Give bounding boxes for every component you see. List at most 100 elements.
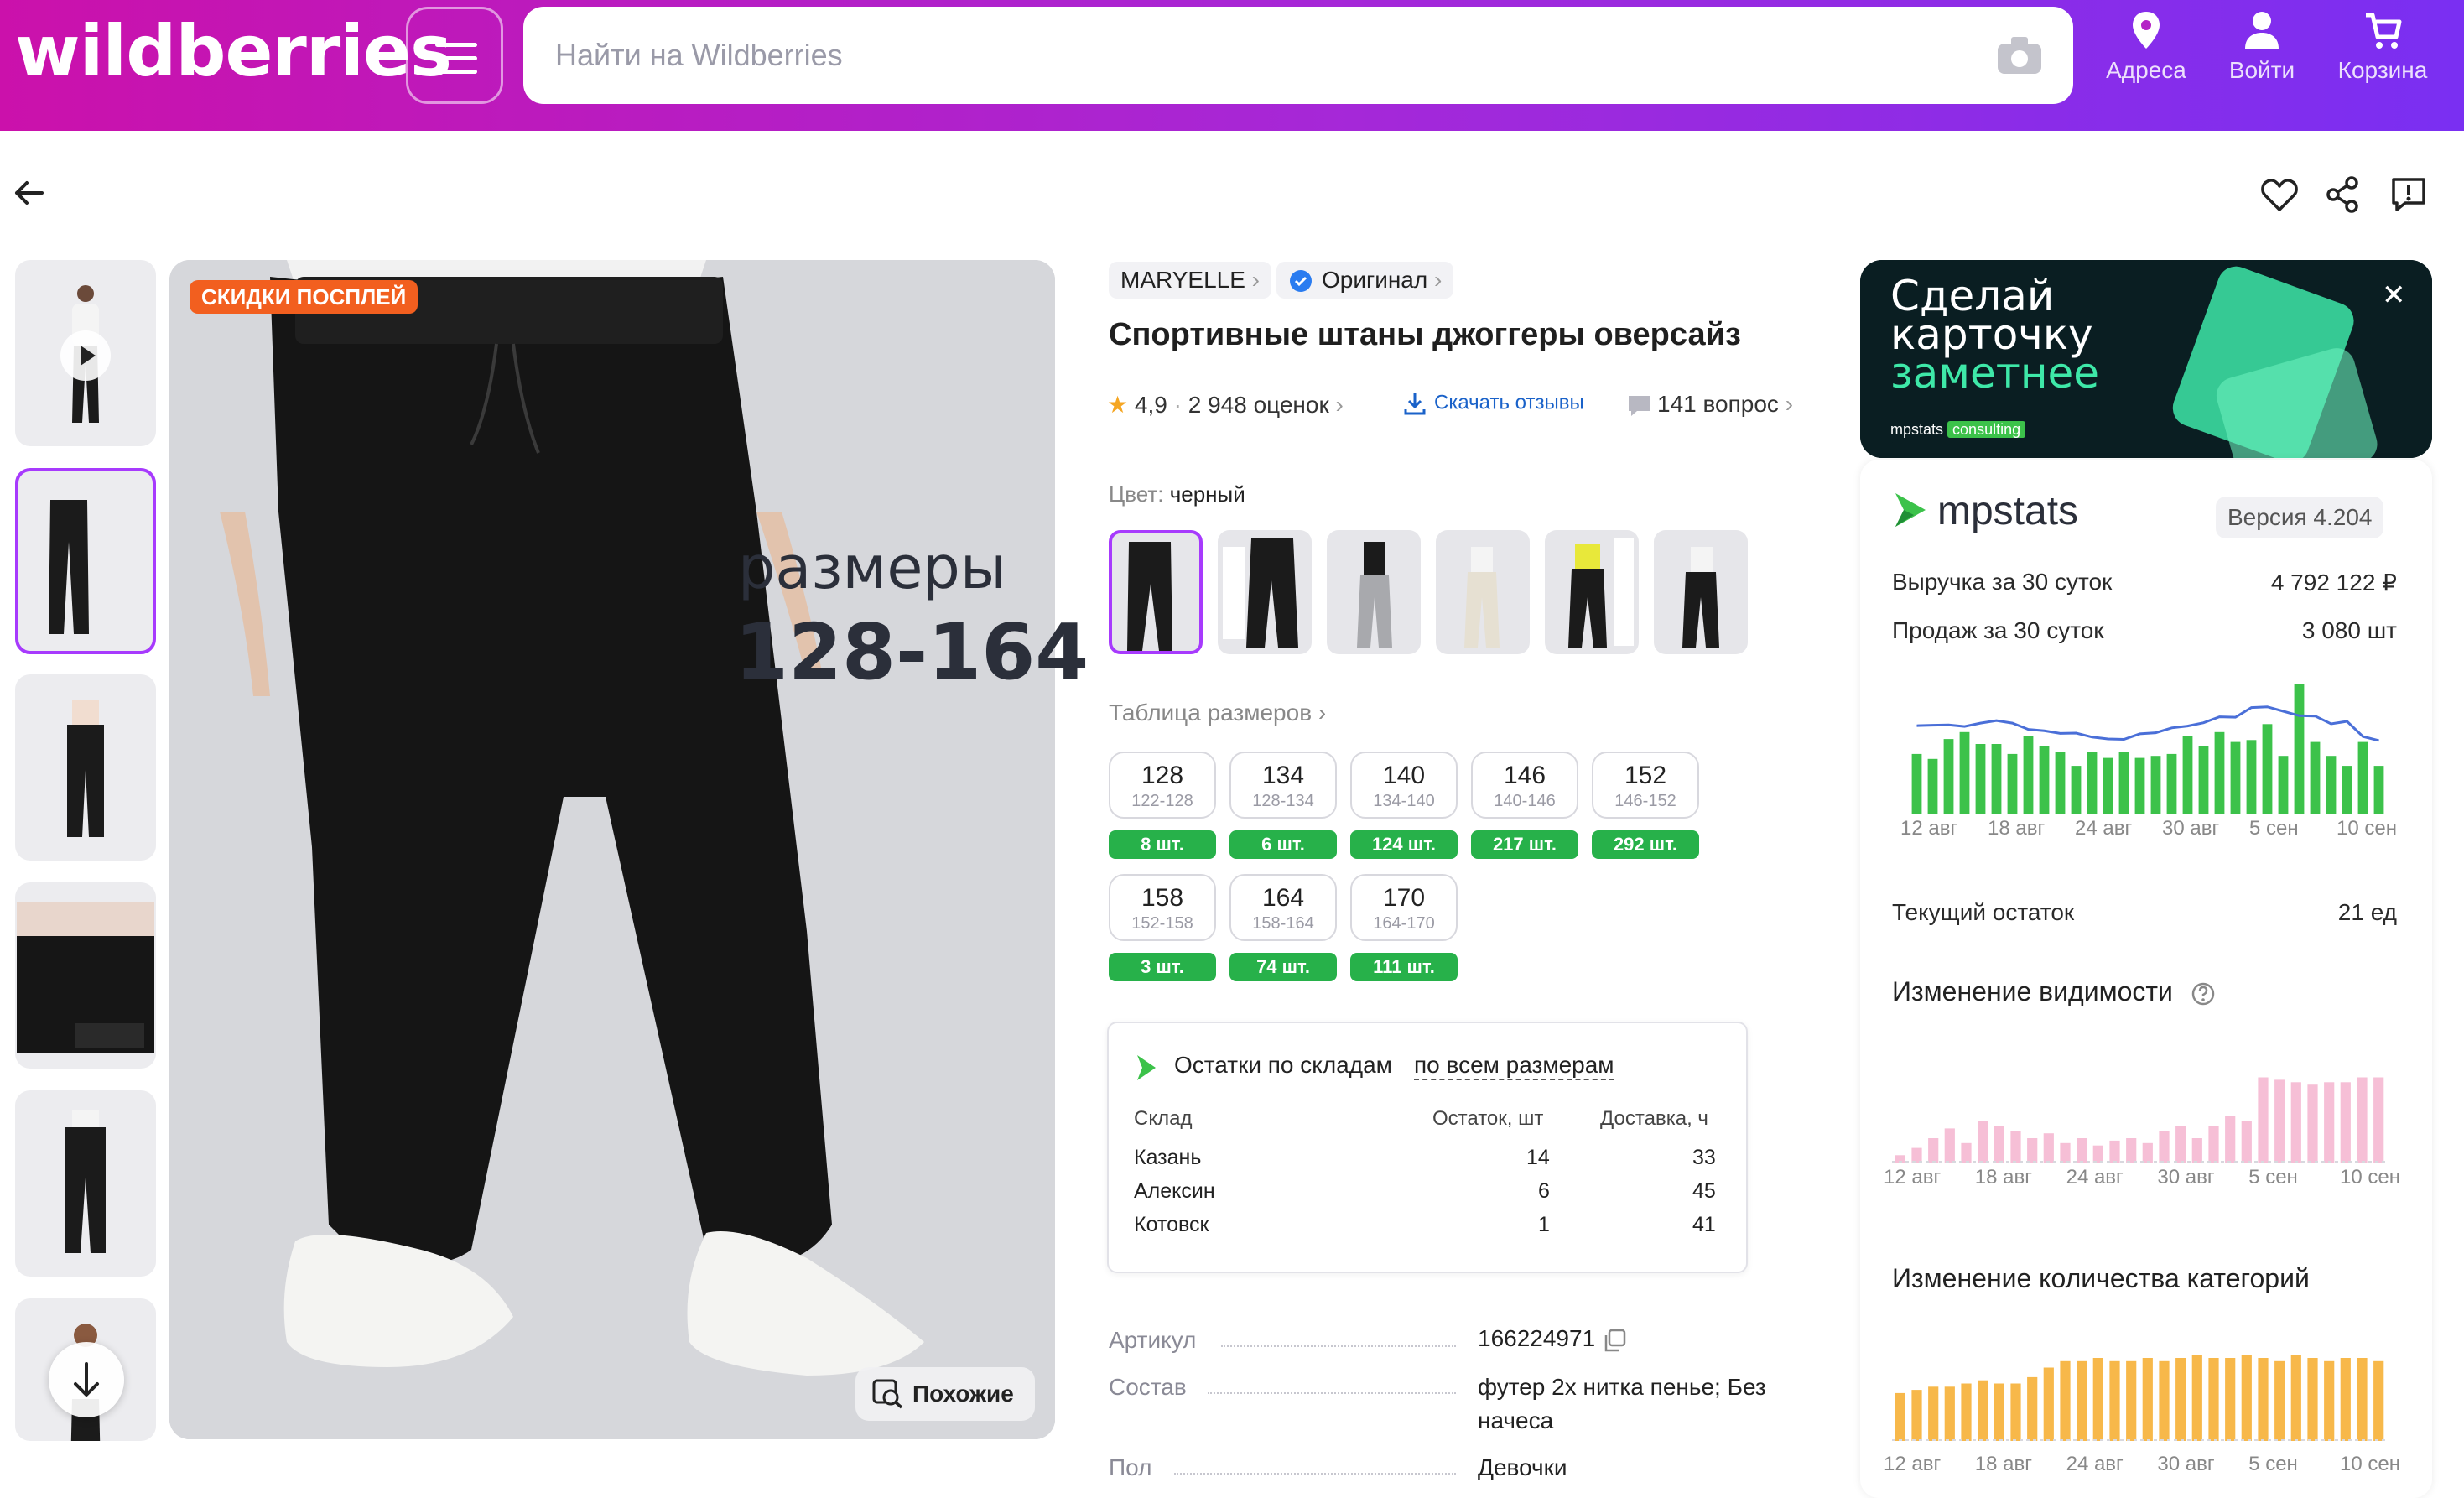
chart-bar[interactable] bbox=[2142, 1142, 2153, 1163]
chart-bar[interactable] bbox=[2208, 1126, 2219, 1163]
sales-chart[interactable] bbox=[1909, 671, 2387, 814]
categories-chart[interactable] bbox=[1892, 1339, 2387, 1441]
heart-icon[interactable] bbox=[2259, 174, 2300, 215]
search-input[interactable] bbox=[555, 32, 1897, 79]
size-option-164[interactable]: 164 158-164 bbox=[1229, 874, 1337, 941]
chart-bar[interactable] bbox=[1959, 731, 1970, 814]
chart-bar[interactable] bbox=[2258, 1358, 2269, 1441]
chart-bar[interactable] bbox=[2373, 1360, 2384, 1441]
chart-bar[interactable] bbox=[1975, 744, 1986, 814]
chart-bar[interactable] bbox=[2262, 724, 2273, 814]
chart-bar[interactable] bbox=[2060, 1360, 2071, 1441]
chart-bar[interactable] bbox=[2043, 1367, 2054, 1442]
rating-row[interactable]: ★ 4,9 · 2 948 оценок › bbox=[1107, 391, 1344, 419]
chart-bar[interactable] bbox=[2357, 741, 2368, 814]
size-option-134[interactable]: 134 128-134 bbox=[1229, 752, 1337, 819]
chart-bar[interactable] bbox=[2278, 756, 2289, 814]
chart-bar[interactable] bbox=[1911, 1390, 1922, 1441]
download-reviews-link[interactable]: Скачать отзывы bbox=[1402, 391, 1584, 416]
chart-bar[interactable] bbox=[1994, 1383, 2004, 1442]
scroll-down-button[interactable] bbox=[49, 1342, 124, 1417]
chart-bar[interactable] bbox=[2294, 684, 2305, 814]
color-swatch-6[interactable] bbox=[1654, 530, 1748, 654]
chart-bar[interactable] bbox=[1994, 1126, 2004, 1163]
chart-bar[interactable] bbox=[2340, 1082, 2351, 1163]
chart-bar[interactable] bbox=[2324, 1360, 2335, 1441]
chart-bar[interactable] bbox=[2103, 757, 2113, 814]
chart-bar[interactable] bbox=[2208, 1358, 2219, 1441]
chart-bar[interactable] bbox=[1978, 1380, 1988, 1441]
chart-bar[interactable] bbox=[2290, 1082, 2301, 1163]
cart-button[interactable]: Корзина bbox=[2328, 10, 2437, 102]
chart-bar[interactable] bbox=[2290, 1355, 2301, 1441]
chart-bar[interactable] bbox=[2373, 1077, 2384, 1163]
chart-bar[interactable] bbox=[2109, 1360, 2120, 1441]
thumbnail-3[interactable] bbox=[15, 674, 156, 861]
chart-bar[interactable] bbox=[1978, 1121, 1988, 1163]
chart-bar[interactable] bbox=[2077, 1138, 2087, 1163]
chart-bar[interactable] bbox=[1911, 1147, 1922, 1163]
similar-button[interactable]: Похожие bbox=[855, 1367, 1035, 1421]
chart-bar[interactable] bbox=[2373, 766, 2384, 814]
chart-bar[interactable] bbox=[2340, 1358, 2351, 1441]
color-swatch-black[interactable] bbox=[1109, 530, 1203, 654]
close-icon[interactable]: ✕ bbox=[2382, 278, 2412, 311]
chart-bar[interactable] bbox=[2357, 1358, 2368, 1441]
thumbnail-5[interactable] bbox=[15, 1090, 156, 1277]
chart-bar[interactable] bbox=[1927, 758, 1938, 814]
color-swatch-5[interactable] bbox=[1545, 530, 1639, 654]
chart-bar[interactable] bbox=[2274, 1079, 2285, 1163]
chart-bar[interactable] bbox=[1895, 1392, 1905, 1441]
chart-bar[interactable] bbox=[2027, 1138, 2038, 1163]
menu-button[interactable] bbox=[406, 7, 503, 104]
chart-bar[interactable] bbox=[1944, 1386, 1955, 1441]
chart-bar[interactable] bbox=[2118, 752, 2129, 814]
chart-bar[interactable] bbox=[2077, 1360, 2087, 1441]
chart-bar[interactable] bbox=[2166, 753, 2177, 814]
chart-bar[interactable] bbox=[2060, 1142, 2071, 1163]
chart-bar[interactable] bbox=[1991, 744, 2002, 814]
chart-bar[interactable] bbox=[2010, 1383, 2021, 1442]
size-option-152[interactable]: 152 146-152 bbox=[1592, 752, 1699, 819]
back-arrow-icon[interactable] bbox=[12, 176, 45, 210]
article-value[interactable]: 166224971 bbox=[1478, 1322, 1627, 1355]
help-icon[interactable] bbox=[2191, 981, 2216, 1006]
camera-icon[interactable] bbox=[1996, 35, 2043, 75]
color-swatch-4[interactable] bbox=[1436, 530, 1530, 654]
chart-bar[interactable] bbox=[1928, 1386, 1939, 1441]
chart-bar[interactable] bbox=[2324, 1082, 2335, 1163]
chart-bar[interactable] bbox=[1943, 739, 1954, 814]
questions-link[interactable]: 141 вопрос › bbox=[1627, 391, 1793, 418]
chart-bar[interactable] bbox=[2326, 756, 2337, 814]
chart-bar[interactable] bbox=[2159, 1131, 2170, 1163]
chart-bar[interactable] bbox=[2055, 752, 2066, 814]
wildberries-logo[interactable]: wildberries bbox=[15, 10, 452, 92]
chart-bar[interactable] bbox=[2126, 1138, 2137, 1163]
chart-bar[interactable] bbox=[1961, 1142, 1972, 1163]
chart-bar[interactable] bbox=[2214, 731, 2225, 814]
addresses-button[interactable]: Адреса bbox=[2092, 10, 2201, 102]
chart-bar[interactable] bbox=[2087, 752, 2098, 814]
chart-bar[interactable] bbox=[2246, 740, 2257, 814]
chart-bar[interactable] bbox=[2258, 1077, 2269, 1163]
thumbnail-4[interactable] bbox=[15, 882, 156, 1069]
chart-bar[interactable] bbox=[1911, 753, 1922, 814]
chart-bar[interactable] bbox=[2126, 1360, 2137, 1441]
size-option-140[interactable]: 140 134-140 bbox=[1350, 752, 1458, 819]
chart-bar[interactable] bbox=[2071, 766, 2082, 814]
chart-bar[interactable] bbox=[1961, 1383, 1972, 1442]
chart-bar[interactable] bbox=[2342, 766, 2352, 814]
chart-bar[interactable] bbox=[2241, 1121, 2252, 1163]
chart-bar[interactable] bbox=[2010, 1131, 2021, 1163]
chart-bar[interactable] bbox=[2023, 736, 2034, 814]
warehouse-size-filter[interactable]: по всем размерам bbox=[1414, 1052, 1614, 1080]
chart-bar[interactable] bbox=[2230, 741, 2241, 814]
chart-bar[interactable] bbox=[2225, 1358, 2236, 1441]
share-icon[interactable] bbox=[2323, 174, 2363, 215]
chart-bar[interactable] bbox=[2043, 1133, 2054, 1163]
color-swatch-3[interactable] bbox=[1327, 530, 1421, 654]
chart-bar[interactable] bbox=[2182, 736, 2193, 814]
chart-bar[interactable] bbox=[2357, 1077, 2368, 1163]
chart-bar[interactable] bbox=[2134, 757, 2145, 814]
chart-bar[interactable] bbox=[2274, 1360, 2285, 1441]
